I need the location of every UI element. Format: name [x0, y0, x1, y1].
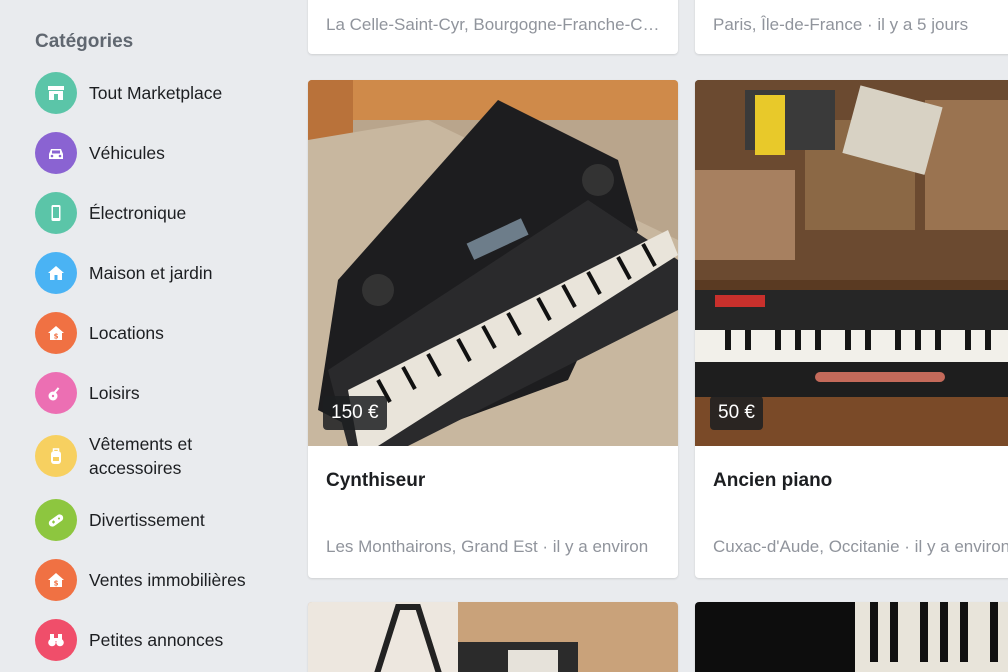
listing-card[interactable]: 150 € Cynthiseur Les Monthairons, Grand …: [308, 80, 678, 578]
sidebar-item-locations[interactable]: $ Locations: [35, 312, 285, 354]
listing-card[interactable]: 50 € Ancien piano Cuxac-d'Aude, Occitani…: [695, 80, 1008, 578]
sidebar-item-label: Locations: [89, 323, 164, 343]
store-icon: [35, 72, 77, 114]
listing-card[interactable]: [695, 602, 1008, 672]
sidebar-item-label: Loisirs: [89, 383, 140, 403]
sidebar-item-vetements[interactable]: Vêtements et accessoires: [35, 432, 285, 480]
listing-photo[interactable]: [308, 602, 678, 672]
sidebar-item-divertissement[interactable]: Divertissement: [35, 499, 285, 541]
sidebar-item-label: Petites annonces: [89, 630, 224, 650]
listing-location: Les Monthairons, Grand Est · il y a envi…: [326, 537, 649, 556]
sidebar-item-vehicules[interactable]: Véhicules: [35, 132, 285, 174]
sidebar-item-tout-marketplace[interactable]: Tout Marketplace: [35, 72, 285, 114]
listing-card[interactable]: [308, 602, 678, 672]
sidebar-item-label: Ventes immobilières: [89, 570, 246, 590]
sidebar-item-label: Vêtements et accessoires: [89, 434, 193, 478]
listing-photo-piano[interactable]: [695, 80, 1008, 446]
sidebar-item-petites-annonces[interactable]: Petites annonces: [35, 619, 285, 661]
sidebar-item-label: Maison et jardin: [89, 263, 213, 283]
sidebar-item-label: Électronique: [89, 203, 187, 223]
sidebar-item-label: Véhicules: [89, 143, 165, 163]
guitar-icon: [35, 372, 77, 414]
svg-text:$: $: [54, 333, 59, 341]
sidebar-item-electronique[interactable]: Électronique: [35, 192, 285, 234]
categories-sidebar: Catégories Tout Marketplace Véhicules Él…: [0, 0, 290, 672]
phone-icon: [35, 192, 77, 234]
listing-title: Ancien piano: [713, 470, 833, 491]
sidebar-item-label: Divertissement: [89, 510, 205, 530]
sidebar-title: Catégories: [35, 31, 134, 52]
binoculars-icon: [35, 619, 77, 661]
sidebar-item-label: Tout Marketplace: [89, 83, 223, 103]
listing-location: La Celle-Saint-Cyr, Bourgogne-Franche-Co…: [326, 15, 666, 34]
listing-price: 150 €: [323, 396, 387, 430]
sale-house-icon: $: [35, 559, 77, 601]
sidebar-item-ventes-immobilieres[interactable]: $ Ventes immobilières: [35, 559, 285, 601]
listing-price: 50 €: [710, 396, 763, 430]
listing-location: Cuxac-d'Aude, Occitanie · il y a environ: [713, 537, 1008, 556]
gamepad-icon: [35, 499, 77, 541]
svg-text:$: $: [54, 580, 59, 588]
listing-location: Paris, Île-de-France · il y a 5 jours: [713, 15, 969, 34]
listing-card[interactable]: La Celle-Saint-Cyr, Bourgogne-Franche-Co…: [308, 0, 678, 54]
house-icon: [35, 252, 77, 294]
sidebar-item-loisirs[interactable]: Loisirs: [35, 372, 285, 414]
listing-title: Cynthiseur: [326, 470, 426, 491]
listing-photo[interactable]: [695, 602, 1008, 672]
sidebar-item-maison-jardin[interactable]: Maison et jardin: [35, 252, 285, 294]
rental-house-icon: $: [35, 312, 77, 354]
backpack-icon: [35, 435, 77, 477]
listing-photo-keyboard[interactable]: [308, 80, 678, 446]
car-icon: [35, 132, 77, 174]
listing-card[interactable]: Paris, Île-de-France · il y a 5 jours: [695, 0, 1008, 54]
